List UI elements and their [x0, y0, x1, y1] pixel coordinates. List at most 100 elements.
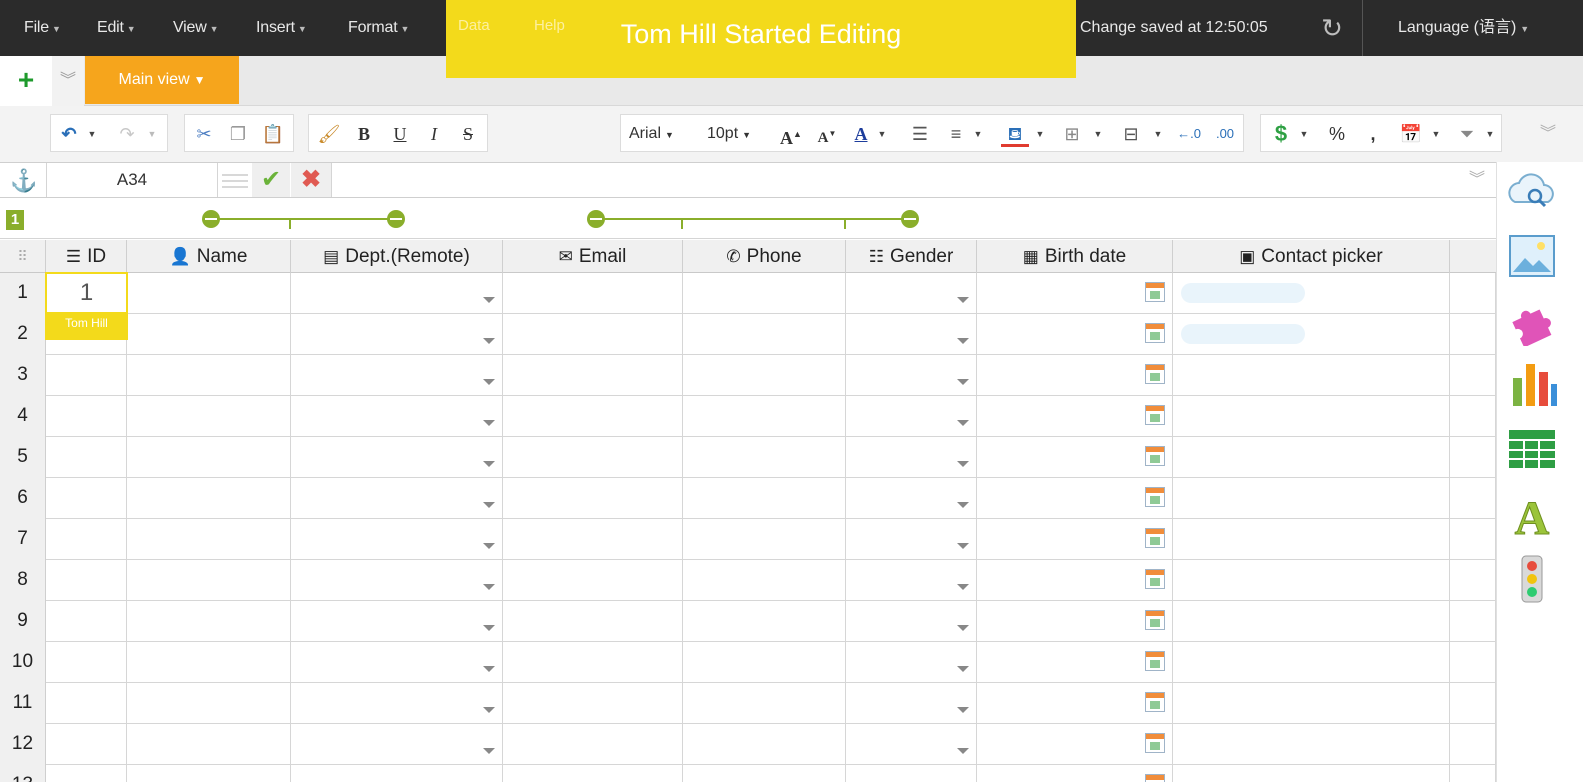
- row-number[interactable]: 7: [0, 519, 46, 560]
- row-number[interactable]: 1: [0, 273, 46, 314]
- traffic-light-icon[interactable]: [1505, 552, 1559, 606]
- grid-cell[interactable]: [977, 601, 1173, 642]
- grid-cell[interactable]: [503, 478, 683, 519]
- currency-dropdown-icon[interactable]: ▼: [1297, 117, 1311, 151]
- grid-cell[interactable]: [127, 273, 291, 314]
- date-picker-icon[interactable]: [1145, 405, 1165, 425]
- toolbar-expand-icon[interactable]: ︾: [1530, 116, 1566, 152]
- dropdown-arrow-icon[interactable]: [483, 625, 495, 631]
- grid-cell[interactable]: [291, 601, 503, 642]
- contact-picker-chip[interactable]: [1181, 324, 1305, 344]
- dropdown-arrow-icon[interactable]: [483, 543, 495, 549]
- grid-cell[interactable]: [1173, 683, 1450, 724]
- grid-cell[interactable]: [127, 396, 291, 437]
- grid-cell[interactable]: [127, 601, 291, 642]
- align-dropdown-icon[interactable]: ▼: [971, 117, 985, 151]
- grid-cell[interactable]: [127, 355, 291, 396]
- grid-cell[interactable]: [977, 519, 1173, 560]
- grid-cell[interactable]: [1450, 765, 1496, 782]
- dropdown-arrow-icon[interactable]: [957, 297, 969, 303]
- grid-cell[interactable]: [46, 724, 127, 765]
- paste-icon[interactable]: 📋: [257, 117, 289, 151]
- grid-cell[interactable]: [1450, 601, 1496, 642]
- grid-cell[interactable]: [291, 273, 503, 314]
- grid-cell[interactable]: [977, 683, 1173, 724]
- grid-cell[interactable]: [127, 519, 291, 560]
- grid-cell[interactable]: [1173, 560, 1450, 601]
- grid-cell[interactable]: [1450, 519, 1496, 560]
- copy-icon[interactable]: ❐: [223, 117, 253, 151]
- grid-cell[interactable]: [683, 519, 846, 560]
- dropdown-arrow-icon[interactable]: [957, 502, 969, 508]
- column-header-phone[interactable]: ✆ Phone: [683, 240, 846, 273]
- cell-reference[interactable]: A34: [46, 163, 218, 197]
- date-format-icon[interactable]: 📅: [1397, 117, 1425, 151]
- grid-cell[interactable]: [1173, 724, 1450, 765]
- row-number[interactable]: 13: [0, 765, 46, 782]
- grid-cell[interactable]: [503, 273, 683, 314]
- dropdown-arrow-icon[interactable]: [957, 338, 969, 344]
- contact-picker-chip[interactable]: [1181, 283, 1305, 303]
- grid-cell[interactable]: [291, 642, 503, 683]
- strikethrough-button[interactable]: S: [453, 117, 483, 151]
- refresh-icon[interactable]: ↻: [1318, 14, 1346, 42]
- grid-cell[interactable]: [46, 601, 127, 642]
- grid-cell[interactable]: [127, 642, 291, 683]
- dropdown-arrow-icon[interactable]: [957, 748, 969, 754]
- comma-button[interactable]: ,: [1361, 117, 1385, 151]
- grid-cell[interactable]: [1173, 396, 1450, 437]
- grid-cell[interactable]: [1173, 437, 1450, 478]
- collapse-views-icon[interactable]: ︾: [52, 56, 84, 106]
- increase-font-icon[interactable]: A▲: [777, 117, 805, 151]
- merge-dropdown-icon[interactable]: ▼: [1151, 117, 1165, 151]
- dropdown-arrow-icon[interactable]: [957, 707, 969, 713]
- grid-cell[interactable]: [291, 724, 503, 765]
- date-picker-icon[interactable]: [1145, 692, 1165, 712]
- dropdown-arrow-icon[interactable]: [483, 584, 495, 590]
- grid-cell[interactable]: [291, 478, 503, 519]
- date-picker-icon[interactable]: [1145, 733, 1165, 753]
- grid-cell[interactable]: [291, 314, 503, 355]
- confirm-edit-icon[interactable]: ✔: [252, 163, 290, 197]
- grid-cell[interactable]: [503, 396, 683, 437]
- grid-cell[interactable]: [1173, 478, 1450, 519]
- row-number[interactable]: 8: [0, 560, 46, 601]
- undo-dropdown-icon[interactable]: ▼: [85, 117, 99, 151]
- grid-cell[interactable]: [1450, 560, 1496, 601]
- expand-formula-icon[interactable]: ︾: [1460, 163, 1494, 197]
- grid-cell[interactable]: [977, 273, 1173, 314]
- grid-cell[interactable]: [1450, 437, 1496, 478]
- grid-cell[interactable]: [846, 724, 977, 765]
- image-icon[interactable]: [1505, 230, 1559, 284]
- date-picker-icon[interactable]: [1145, 364, 1165, 384]
- column-header-birth-date[interactable]: ▦ Birth date: [977, 240, 1173, 273]
- grid-cell[interactable]: [1450, 314, 1496, 355]
- column-header-empty[interactable]: [1450, 240, 1496, 273]
- date-picker-icon[interactable]: [1145, 528, 1165, 548]
- grid-cell[interactable]: [503, 355, 683, 396]
- dropdown-arrow-icon[interactable]: [483, 707, 495, 713]
- dropdown-arrow-icon[interactable]: [957, 625, 969, 631]
- menu-edit[interactable]: Edit ▼: [97, 0, 136, 56]
- date-format-dropdown-icon[interactable]: ▼: [1429, 117, 1443, 151]
- undo-icon[interactable]: ↶: [55, 117, 83, 151]
- grid-cell[interactable]: [683, 724, 846, 765]
- merge-cells-icon[interactable]: ⊟: [1115, 117, 1147, 151]
- dropdown-arrow-icon[interactable]: [483, 461, 495, 467]
- date-picker-icon[interactable]: [1145, 323, 1165, 343]
- grid-cell[interactable]: [503, 314, 683, 355]
- currency-icon[interactable]: $: [1267, 117, 1295, 151]
- grid-cell[interactable]: [683, 765, 846, 782]
- column-header-id[interactable]: ☰ ID: [46, 240, 127, 273]
- grid-cell[interactable]: [1450, 683, 1496, 724]
- borders-icon[interactable]: ⊞: [1057, 117, 1087, 151]
- bar-chart-icon[interactable]: [1505, 356, 1559, 410]
- percent-button[interactable]: %: [1323, 117, 1351, 151]
- grid-cell[interactable]: [503, 724, 683, 765]
- language-menu[interactable]: Language (语言) ▼: [1398, 0, 1529, 56]
- grid-cell[interactable]: [127, 478, 291, 519]
- grid-cell[interactable]: [1450, 396, 1496, 437]
- menu-view[interactable]: View ▼: [173, 0, 219, 56]
- grid-cell[interactable]: [46, 478, 127, 519]
- row-number[interactable]: 11: [0, 683, 46, 724]
